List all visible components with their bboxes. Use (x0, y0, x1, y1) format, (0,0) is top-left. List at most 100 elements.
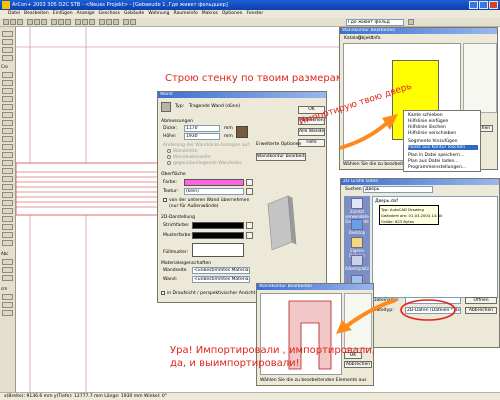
undo-icon[interactable] (34, 19, 40, 25)
fuellmuster-preview[interactable] (192, 243, 244, 257)
context-menu-item[interactable]: Hilfslinie einfügen (408, 119, 448, 124)
open-icon[interactable] (10, 19, 16, 25)
textur-picker-button[interactable] (246, 188, 253, 195)
floor-up-icon[interactable] (123, 19, 129, 25)
room-tool-icon[interactable] (2, 104, 13, 110)
maximize-icon[interactable] (479, 1, 488, 9)
hoehe-input[interactable]: 1930 (184, 133, 220, 140)
file-item[interactable]: Дверь.dxf (375, 199, 398, 204)
stair-tool-icon[interactable] (2, 72, 13, 78)
menu-wohnung[interactable]: Wohnung (148, 10, 169, 18)
chevron-down-icon[interactable] (408, 19, 414, 25)
context-menu-item[interactable]: Kante schieben (408, 113, 443, 118)
print-area-icon[interactable] (2, 310, 13, 316)
door-tool-icon[interactable] (2, 47, 13, 53)
ceiling-tool-icon[interactable] (2, 88, 13, 94)
tab-info[interactable]: Info (372, 36, 381, 41)
rectangle-tool-icon[interactable] (2, 128, 13, 134)
places-computer[interactable]: Arbeitsplatz (344, 255, 370, 271)
3d-view-icon[interactable] (75, 19, 81, 25)
move-tool-icon[interactable] (2, 216, 13, 222)
context-menu-item[interactable]: Plan aus Datei laden... (408, 159, 459, 164)
dicke-input[interactable]: 1170 (184, 125, 220, 132)
rotate-tool-icon[interactable] (2, 224, 13, 230)
terrain-tool-icon[interactable] (2, 176, 13, 182)
symbol-tool-icon[interactable] (2, 160, 13, 166)
label-tool-icon[interactable] (2, 267, 13, 273)
farbe-color-swatch[interactable] (184, 179, 244, 186)
musterfarbe-swatch[interactable] (192, 232, 244, 239)
menu-optionen[interactable]: Optionen (222, 10, 243, 18)
zoom-out-icon[interactable] (58, 19, 64, 25)
close-icon[interactable] (489, 1, 498, 9)
context-menu-item[interactable]: Segmente hinzufügen (408, 139, 458, 144)
wandseite-select[interactable]: <unbestimmtes Material (192, 267, 250, 274)
menu-einfuegen[interactable]: Einfügen (53, 10, 73, 18)
radio-wandmitte[interactable] (167, 149, 171, 153)
context-menu-item[interactable]: Programmeinstellungen... (408, 165, 466, 170)
radio-wandaussenseite[interactable] (167, 155, 171, 159)
menu-gebaeude[interactable]: Gebäude (124, 10, 144, 18)
musterfarbe-picker-button[interactable] (246, 232, 253, 239)
apply-all-button[interactable]: Alle Wände (298, 128, 325, 136)
print-icon[interactable] (27, 19, 33, 25)
arrow-tool-icon[interactable] (2, 275, 13, 281)
file-cancel-button[interactable]: Abbrechen (465, 307, 497, 314)
zoom-in-icon[interactable] (51, 19, 57, 25)
radio-gegenseite[interactable] (167, 161, 171, 165)
edit-contour-button[interactable]: Wandkontur bearbeiten (256, 153, 306, 161)
menu-anzeige[interactable]: Anzeige (77, 10, 95, 18)
farbe-picker-button[interactable] (246, 179, 253, 186)
camera-tool-icon[interactable] (2, 192, 13, 198)
line-tool-icon[interactable] (2, 120, 13, 126)
select-tool-icon[interactable] (2, 31, 13, 37)
context-menu-item[interactable]: Plan in Datei speichern... (408, 153, 464, 158)
section-tool-icon[interactable] (2, 184, 13, 190)
menu-datei[interactable]: Datei (8, 10, 20, 18)
context-menu-item[interactable]: Hilfslinie verschieben (408, 131, 456, 136)
light-tool-icon[interactable] (2, 200, 13, 206)
mirror-tool-icon[interactable] (2, 232, 13, 238)
polygon-tool-icon[interactable] (2, 144, 13, 150)
hatch-tool-icon[interactable] (2, 152, 13, 158)
dimension-tool-icon[interactable] (2, 112, 13, 118)
menu-raumeinfo[interactable]: Raumeinfo (174, 10, 198, 18)
redo-icon[interactable] (41, 19, 47, 25)
context-menu-item[interactable]: Hilfslinie löschen (408, 125, 446, 130)
grid-icon[interactable] (89, 19, 95, 25)
window-tool-icon[interactable] (2, 55, 13, 61)
textur-field[interactable]: (kein) (184, 188, 244, 195)
menu-geschoss[interactable]: Geschoss (99, 10, 120, 18)
floor-down-icon[interactable] (130, 19, 136, 25)
erase-tool-icon[interactable] (2, 208, 13, 214)
minimize-icon[interactable] (469, 1, 478, 9)
copy-tool-icon[interactable] (2, 240, 13, 246)
scale-tool-icon[interactable] (2, 294, 13, 300)
wall-tool-icon[interactable] (2, 39, 13, 45)
column-tool-icon[interactable] (2, 96, 13, 102)
file-list[interactable]: Дверь.dxf Typ: AutoCAD Drawing Geändert … (372, 196, 498, 298)
help-button[interactable]: Hilfe (298, 139, 325, 147)
save-icon[interactable] (17, 19, 23, 25)
circle-tool-icon[interactable] (2, 136, 13, 142)
strichfarbe-picker-button[interactable] (246, 222, 253, 229)
floor-dropdown[interactable]: Где живет фельд (346, 19, 404, 26)
text-tool-icon[interactable] (2, 259, 13, 265)
open-button[interactable]: Öffnen (465, 297, 497, 304)
wandkontur-bottom-cancel-button[interactable]: Abbrechen (344, 361, 372, 368)
invisible-checkbox[interactable] (161, 291, 165, 295)
snap-icon[interactable] (106, 19, 112, 25)
settings-icon[interactable] (113, 19, 119, 25)
north-arrow-icon[interactable] (2, 302, 13, 308)
layer-icon[interactable] (82, 19, 88, 25)
pan-icon[interactable] (65, 19, 71, 25)
wand-material-select[interactable]: <unbestimmtes Material (192, 276, 250, 283)
measure-icon[interactable] (99, 19, 105, 25)
menu-bearbeiten[interactable]: Bearbeiten (24, 10, 49, 18)
strichfarbe-swatch[interactable] (192, 222, 244, 229)
inherit-checkbox[interactable] (163, 198, 167, 202)
look-in-select[interactable]: Дверь (363, 186, 433, 193)
menu-fenster[interactable]: Fenster (246, 10, 263, 18)
context-menu-item-selected[interactable]: Punkt aus Kontur löschen (408, 145, 478, 150)
tab-objekt[interactable]: Objekt (358, 36, 373, 41)
